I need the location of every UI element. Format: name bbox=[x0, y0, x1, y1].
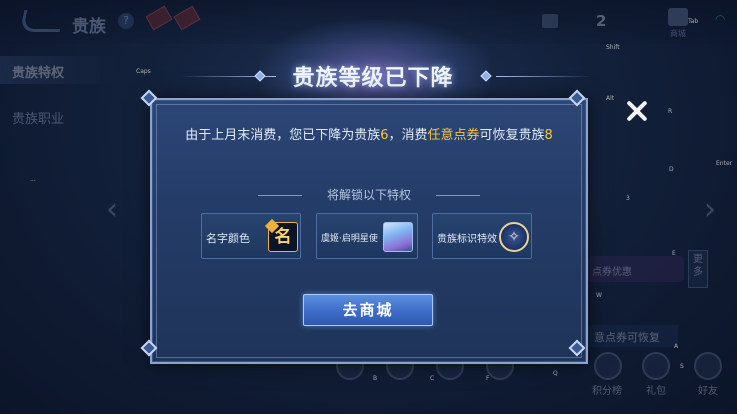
skin-portrait-icon bbox=[383, 222, 413, 252]
unlock-section-header: 将解锁以下特权 bbox=[258, 186, 480, 204]
section-divider-right bbox=[436, 195, 480, 196]
title-ornament-right bbox=[480, 70, 492, 82]
message-part1: 由于上月末消费，您已下降为贵族 bbox=[185, 128, 381, 143]
dialog-title: 贵族等级已下降 bbox=[292, 65, 454, 91]
name-color-icon: 名 bbox=[268, 222, 298, 252]
privilege-card-name-color[interactable]: 名字颜色 名 bbox=[201, 213, 301, 259]
message-part3: 可恢复贵族 bbox=[479, 128, 545, 143]
title-ornament-left bbox=[254, 70, 266, 82]
privilege-card-skin[interactable]: 虞姬·启明星使 bbox=[316, 213, 418, 259]
close-icon[interactable] bbox=[624, 98, 650, 124]
section-title: 将解锁以下特权 bbox=[326, 188, 411, 202]
message-part2: ，消费 bbox=[388, 128, 428, 143]
currency-highlight: 任意点券 bbox=[427, 128, 480, 143]
target-level: 8 bbox=[544, 128, 553, 143]
noble-emblem-icon: ✧ bbox=[499, 222, 529, 252]
privilege-label: 贵族标识特效 bbox=[437, 234, 497, 245]
section-divider-left bbox=[258, 195, 302, 196]
privilege-label: 名字颜色 bbox=[206, 232, 250, 245]
dialog-title-bar: 贵族等级已下降 bbox=[180, 56, 592, 98]
dialog-message: 由于上月末消费，您已下降为贵族6，消费任意点券可恢复贵族8 bbox=[170, 126, 568, 145]
title-divider-right bbox=[496, 76, 592, 77]
privilege-label: 虞姬·启明星使 bbox=[321, 234, 378, 244]
go-to-shop-button[interactable]: 去商城 bbox=[303, 294, 433, 326]
privilege-card-emblem[interactable]: 贵族标识特效 ✧ bbox=[432, 213, 532, 259]
